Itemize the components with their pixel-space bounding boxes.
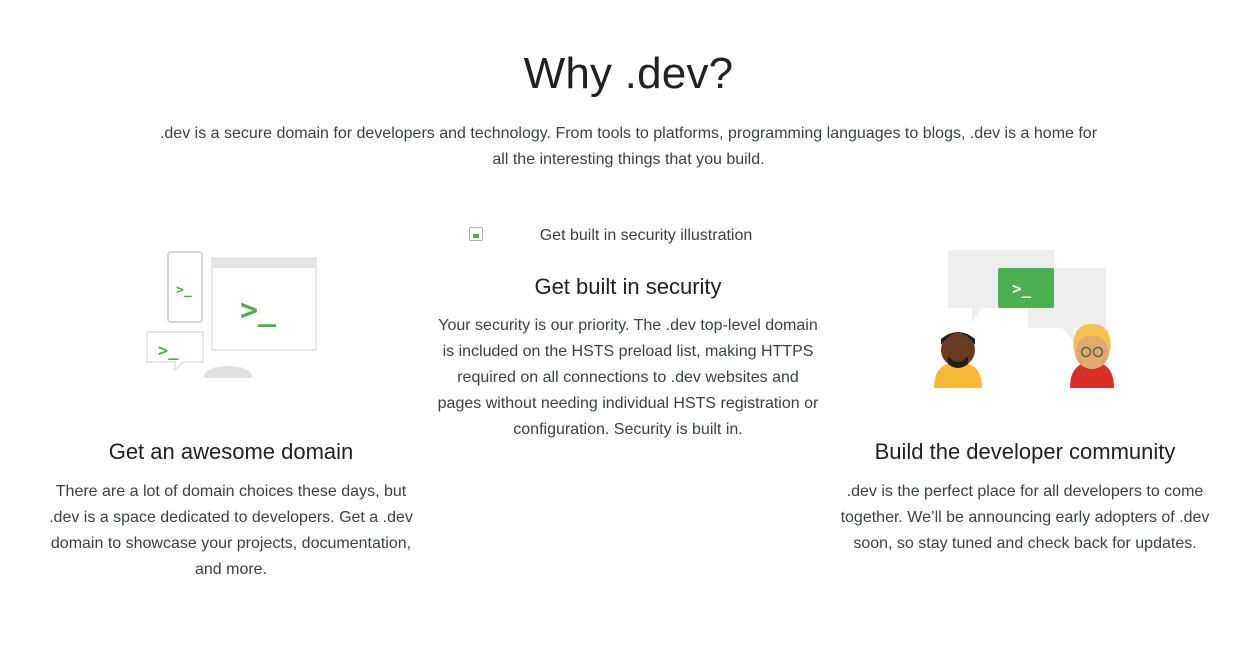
page-title: Why .dev? xyxy=(523,49,734,98)
feature-body: .dev is the perfect place for all develo… xyxy=(840,483,1210,552)
image-alt-text: Get built in security illustration xyxy=(539,227,753,244)
broken-image-icon xyxy=(469,227,483,241)
chat-prompt: >_ xyxy=(1012,279,1032,298)
devices-terminal-illustration: >_ >_ >_ xyxy=(146,251,317,388)
security-illustration-image: Get built in security illustration xyxy=(469,224,799,248)
phone-prompt: >_ xyxy=(176,283,192,298)
feature-title: Get an awesome domain xyxy=(108,439,354,464)
bubble-prompt: >_ xyxy=(158,341,179,361)
intro-text: .dev is a secure domain for developers a… xyxy=(159,125,1098,168)
feature-body: Your security is our priority. The .dev … xyxy=(437,317,819,438)
feature-body: There are a lot of domain choices these … xyxy=(49,483,413,578)
feature-title: Build the developer community xyxy=(874,439,1176,464)
feature-title: Get built in security xyxy=(534,274,722,299)
developer-chat-illustration: >_ xyxy=(934,250,1114,388)
browser-prompt: >_ xyxy=(240,293,277,328)
